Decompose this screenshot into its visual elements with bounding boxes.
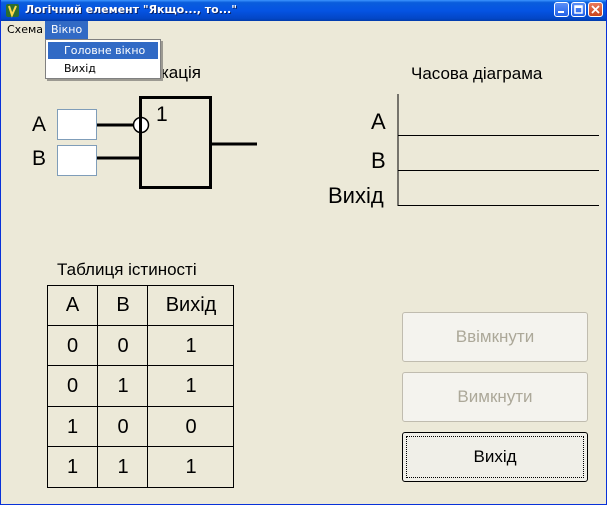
turn-on-button[interactable]: Ввімкнути <box>402 312 588 362</box>
main-window: Логічний елемент "Якщо..., то..." Схема … <box>0 0 607 505</box>
input-b-field[interactable] <box>57 145 97 176</box>
truth-table-cell: 1 <box>66 416 79 438</box>
timing-diagram-title: Часова діаграма <box>411 64 543 83</box>
menu-item-main-window[interactable]: Головне вікно <box>48 42 158 59</box>
truth-table-header-a: A <box>65 294 80 316</box>
maximize-icon <box>574 5 583 14</box>
truth-table-cell: 1 <box>185 375 197 397</box>
timing-row-b-label: B <box>371 148 386 173</box>
app-icon <box>6 4 19 18</box>
minimize-icon <box>558 11 564 13</box>
menu-scheme[interactable]: Схема <box>1 21 49 39</box>
menu-window[interactable]: Вікно <box>45 21 89 39</box>
input-a-label: A <box>32 113 47 136</box>
truth-table-title: Таблиця істиності <box>57 260 197 279</box>
truth-table-cell: 0 <box>117 335 129 357</box>
gate-symbol-label: 1 <box>156 103 168 126</box>
truth-table-cell: 1 <box>66 456 79 478</box>
truth-table-header-b: B <box>116 294 130 316</box>
close-button[interactable] <box>588 2 603 17</box>
window-title: Логічний елемент "Якщо..., то..." <box>25 3 237 16</box>
truth-table-header-output: Вихід <box>165 294 217 316</box>
truth-table-cell: 0 <box>185 416 197 438</box>
turn-off-button[interactable]: Вимкнути <box>402 372 588 422</box>
menu-item-exit[interactable]: Вихід <box>48 60 158 77</box>
close-icon <box>591 5 600 14</box>
truth-table-cell: 1 <box>185 456 197 478</box>
input-b-label: B <box>32 147 47 170</box>
input-a-field[interactable] <box>57 109 97 140</box>
timing-row-output-label: Вихід <box>328 183 384 208</box>
focus-rectangle <box>406 436 584 478</box>
truth-table-cell: 0 <box>66 375 79 397</box>
truth-table-cell: 1 <box>117 375 129 397</box>
menu-bar: Схема Вікно <box>1 21 606 39</box>
truth-table-cell: 0 <box>117 416 129 438</box>
timing-row-a-label: A <box>371 109 386 134</box>
truth-table-cell: 1 <box>185 335 197 357</box>
truth-table-cell: 1 <box>117 456 129 478</box>
truth-table-cell: 0 <box>66 335 79 357</box>
gate-section-heading: кація <box>161 63 201 82</box>
timing-diagram <box>397 94 599 206</box>
maximize-button[interactable] <box>571 2 586 17</box>
minimize-button[interactable] <box>554 2 569 17</box>
window-menu-dropdown: Головне вікно Вихід <box>45 39 161 79</box>
logic-gate-symbol <box>139 96 212 189</box>
title-bar[interactable]: Логічний елемент "Якщо..., то..." <box>1 0 606 21</box>
exit-button[interactable]: Вихід <box>402 432 588 482</box>
